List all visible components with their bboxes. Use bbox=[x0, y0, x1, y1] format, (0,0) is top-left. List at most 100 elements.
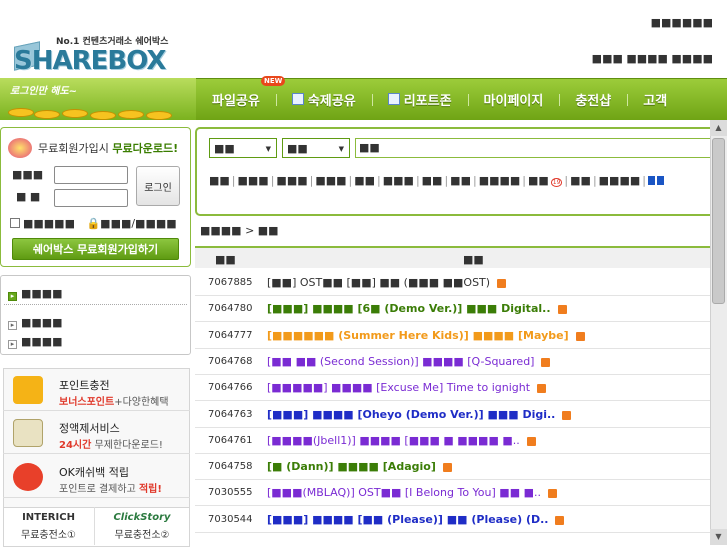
file-title-link[interactable]: [■■] OST■■ [■■] ■■ (■■■ ■■OST) bbox=[267, 276, 490, 289]
nav-promo-text: 로그인만 해도~ bbox=[10, 86, 78, 97]
category-item[interactable]: ▸ ■■■■ bbox=[8, 316, 63, 330]
id-input[interactable] bbox=[54, 166, 128, 184]
nav-item-customer[interactable]: 고객 bbox=[627, 90, 683, 109]
file-id: 7064780 bbox=[208, 303, 253, 315]
service-subtitle-em: 보너스포인트 bbox=[59, 397, 115, 408]
file-id: 7064768 bbox=[208, 355, 253, 367]
nav-item-file-share[interactable]: 파일공유 bbox=[196, 90, 276, 109]
keyword-link[interactable]: ■■■ bbox=[383, 174, 414, 187]
coin-stack-icon bbox=[13, 376, 43, 404]
password-input[interactable] bbox=[54, 189, 128, 207]
keyword-link[interactable]: ■■ bbox=[422, 174, 443, 187]
logo-text[interactable]: SHAREBOX bbox=[14, 46, 166, 76]
service-subtitle: 24시간 무제한다운로드! bbox=[59, 436, 163, 451]
category-header-label: ■■■■ bbox=[21, 287, 63, 300]
keyword-link[interactable]: ■■ bbox=[570, 174, 591, 187]
partner-logo: ClickStory bbox=[113, 512, 171, 523]
new-icon bbox=[497, 279, 506, 288]
keyword-link[interactable]: ■■■■ bbox=[599, 174, 641, 187]
file-id: 7030544 bbox=[208, 513, 253, 525]
table-row[interactable]: 7064763 [■■■] ■■■■ [Oheyo (Demo Ver.)] ■■… bbox=[195, 402, 727, 428]
file-title-link[interactable]: [■ (Dann)] ■■■■ [Adagio] bbox=[267, 460, 436, 473]
top-utility-link[interactable]: ■■■■■■ bbox=[651, 16, 713, 29]
table-row[interactable]: 7064780 [■■■] ■■■■ [6■ (Demo Ver.)] ■■■ D… bbox=[195, 296, 727, 323]
partner-interich[interactable]: INTERICH 무료충전소① bbox=[3, 507, 95, 545]
table-row[interactable]: 7064777 [■■■■■■ (Summer Here Kids)] ■■■■ … bbox=[195, 323, 727, 349]
service-point-charge[interactable]: 포인트충전 보너스포인트+다양한혜택 bbox=[3, 369, 190, 411]
new-icon bbox=[527, 436, 536, 446]
file-title-link[interactable]: [■■■] ■■■■ [■■ (Please)] ■■ (Please) (D.… bbox=[267, 513, 548, 526]
search-field-select[interactable]: ■■ ▼ bbox=[282, 138, 350, 158]
new-icon bbox=[555, 515, 564, 525]
column-header-title: ■■ bbox=[463, 253, 484, 266]
keyword-link[interactable]: ■■ bbox=[528, 174, 549, 187]
login-button[interactable]: 로그인 bbox=[136, 166, 180, 206]
table-row[interactable]: 7030544 [■■■] ■■■■ [■■ (Please)] ■■ (Plea… bbox=[195, 507, 727, 533]
keyword-link[interactable]: ■■ bbox=[354, 174, 375, 187]
service-title: 정액제서비스 bbox=[59, 422, 120, 435]
file-title-link[interactable]: [■■■] ■■■■ [Oheyo (Demo Ver.)] ■■■ Digi.… bbox=[267, 408, 555, 421]
id-label: ■■■ bbox=[12, 168, 44, 181]
nav-item-homework-share[interactable]: 숙제공유 bbox=[275, 90, 372, 109]
table-row[interactable]: 7064768 [■■ ■■ (Second Session)] ■■■■ [Q-… bbox=[195, 349, 727, 375]
secure-login-link[interactable]: ■■■/■■■■ bbox=[100, 217, 176, 230]
service-subtitle: 포인트로 결제하고 적립! bbox=[59, 480, 162, 495]
join-button[interactable]: 쉐어박스 무료회원가입하기 bbox=[12, 238, 179, 260]
remember-row: ■■■■■ 🔒■■■/■■■■ bbox=[10, 217, 177, 230]
nav-item-charge-shop[interactable]: 충전샵 bbox=[559, 90, 627, 109]
keyword-link[interactable]: ■■ bbox=[209, 174, 230, 187]
partner-clickstory[interactable]: ClickStory 무료충전소② bbox=[96, 507, 188, 545]
signup-promo-highlight: 무료다운로드! bbox=[112, 142, 179, 155]
gift-icon bbox=[8, 138, 32, 158]
category-item-label: ■■■■ bbox=[21, 316, 63, 329]
keyword-link[interactable]: ■■■ bbox=[238, 174, 269, 187]
coin-icon bbox=[8, 108, 34, 117]
coin-icon bbox=[146, 111, 172, 120]
keyword-link-blue[interactable] bbox=[647, 176, 655, 185]
service-subtitle-rest: +다양한혜택 bbox=[114, 397, 169, 408]
table-row[interactable]: 7064766 [■■■■■] ■■■■ [Excuse Me] Time to … bbox=[195, 375, 727, 402]
category-item[interactable]: ▸ ■■■■ bbox=[8, 335, 63, 349]
file-title-link[interactable]: [■■■■(Jbell1)] ■■■■ [■■■ ■ ■■■■ ■.. bbox=[267, 434, 520, 447]
keyword-link[interactable]: ■■■■ bbox=[479, 174, 521, 187]
report-icon bbox=[387, 93, 400, 105]
table-row[interactable]: 7030555 [■■■(MBLAQ)] OST■■ [I Belong To Y… bbox=[195, 480, 727, 507]
keyword-link[interactable]: ■■■ bbox=[315, 174, 346, 187]
utility-links[interactable]: ■■■ ■■■■ ■■■■ bbox=[592, 52, 713, 65]
scroll-up-arrow-icon[interactable]: ▲ bbox=[710, 120, 727, 136]
partner-label: 무료충전소② bbox=[114, 530, 170, 541]
search-category-select[interactable]: ■■ ▼ bbox=[209, 138, 277, 158]
keyword-link[interactable]: ■■■ bbox=[276, 174, 307, 187]
service-ok-cashbag[interactable]: OK캐쉬백 적립 포인트로 결제하고 적립! bbox=[3, 456, 190, 498]
file-title-link[interactable]: [■■■] ■■■■ [6■ (Demo Ver.)] ■■■ Digital.… bbox=[267, 302, 551, 315]
service-flat-rate[interactable]: 정액제서비스 24시간 무제한다운로드! bbox=[3, 412, 190, 454]
file-title-link[interactable]: [■■ ■■ (Second Session)] ■■■■ [Q-Squared… bbox=[267, 355, 534, 368]
file-title-link[interactable]: [■■■■■■ (Summer Here Kids)] ■■■■ [Maybe] bbox=[267, 329, 569, 342]
file-id: 7064766 bbox=[208, 382, 253, 394]
new-icon bbox=[576, 331, 585, 341]
category-header[interactable]: ▸ ■■■■ bbox=[8, 287, 63, 301]
scroll-down-arrow-icon[interactable]: ▼ bbox=[710, 529, 727, 545]
table-row[interactable]: 7067885 [■■] OST■■ [■■] ■■ (■■■ ■■OST) bbox=[195, 270, 727, 296]
keyword-link-blue[interactable] bbox=[656, 176, 664, 185]
remember-checkbox[interactable] bbox=[10, 218, 20, 228]
table-row[interactable]: 7064761 [■■■■(Jbell1)] ■■■■ [■■■ ■ ■■■■ ■… bbox=[195, 428, 727, 454]
keyword-link[interactable]: ■■ bbox=[450, 174, 471, 187]
file-title-link[interactable]: [■■■(MBLAQ)] OST■■ [I Belong To You] ■■ … bbox=[267, 486, 541, 499]
column-header-number: ■■ bbox=[215, 253, 236, 266]
popular-keywords: ■■ | ■■■ | ■■■ | ■■■ | ■■ | ■■■ | ■■ | ■■ | ■■■■ | ■■ 19 | ■■… bbox=[209, 174, 666, 187]
partner-label: 무료충전소① bbox=[21, 530, 76, 541]
search-input[interactable]: ■■ bbox=[355, 138, 727, 158]
new-icon bbox=[548, 489, 557, 499]
file-id: 7030555 bbox=[208, 487, 253, 499]
new-icon bbox=[537, 384, 546, 394]
file-title-link[interactable]: [■■■■■] ■■■■ [Excuse Me] Time to ignight bbox=[267, 381, 530, 394]
scrollbar-thumb[interactable] bbox=[712, 138, 725, 304]
table-row[interactable]: 7064758 [■ (Dann)] ■■■■ [Adagio] bbox=[195, 454, 727, 481]
nav-item-my-page[interactable]: 마이페이지 bbox=[467, 90, 560, 109]
nav-item-report-zone[interactable]: 리포트존 bbox=[371, 90, 468, 109]
service-subtitle-em: 24시간 bbox=[59, 440, 92, 451]
signup-promo: 무료회원가입시 무료다운로드! bbox=[38, 140, 178, 156]
coin-icon bbox=[62, 109, 88, 118]
file-id: 7064758 bbox=[208, 461, 253, 473]
